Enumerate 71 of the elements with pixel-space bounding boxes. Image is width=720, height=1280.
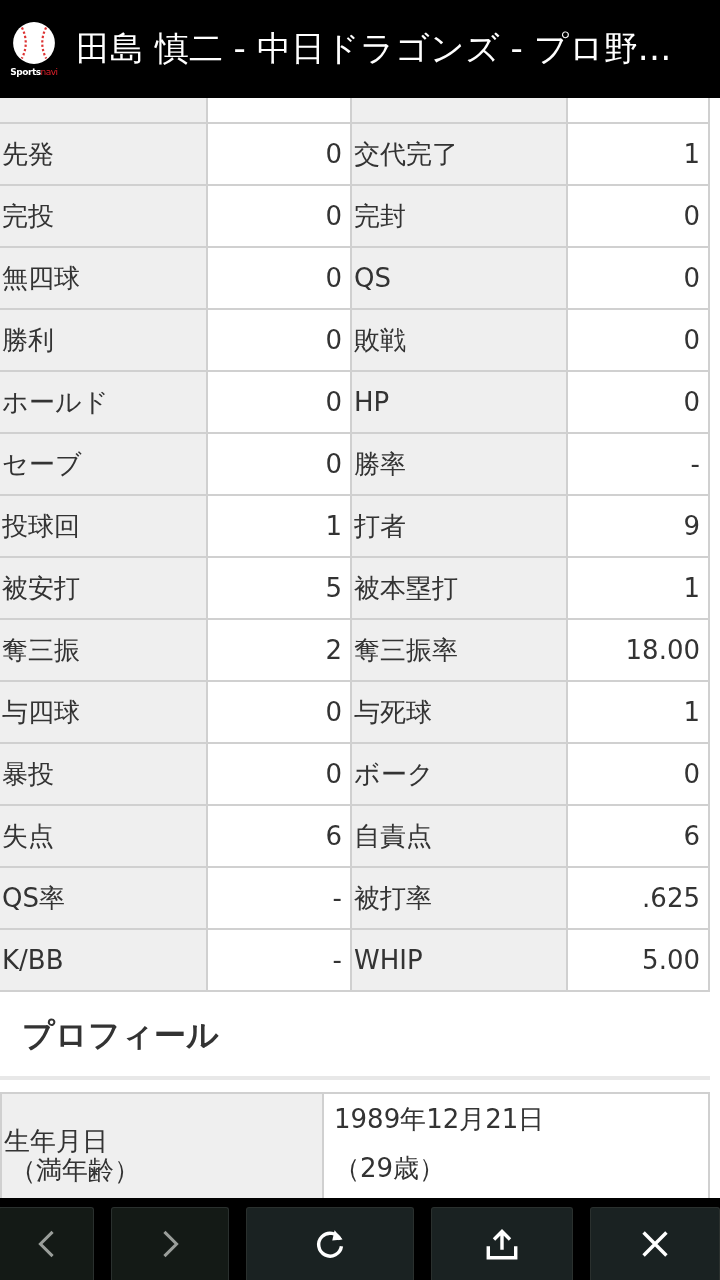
- table-cell: ホールド: [0, 370, 208, 432]
- table-cell: 被本塁打: [352, 556, 568, 618]
- table-cell: 1: [568, 122, 710, 184]
- table-cell: 与死球: [352, 680, 568, 742]
- reload-icon: [314, 1228, 346, 1260]
- table-cell: -: [208, 866, 352, 928]
- cell-text: （29歳）: [334, 1152, 447, 1185]
- table-cell: 暴投: [0, 742, 208, 804]
- table-cell: 18.00: [568, 618, 710, 680]
- forward-icon: [161, 1229, 179, 1259]
- table-cell: ボーク: [352, 742, 568, 804]
- table-cell: 0: [568, 370, 710, 432]
- table-cell: 0: [568, 246, 710, 308]
- table-cell: 投球回: [0, 494, 208, 556]
- table-cell: HP: [352, 370, 568, 432]
- table-cell: 勝利: [0, 308, 208, 370]
- baseball-icon: [12, 21, 56, 65]
- table-cell: 0: [568, 308, 710, 370]
- table-cell: 敗戦: [352, 308, 568, 370]
- table-cell: 0: [208, 184, 352, 246]
- cell-text: （満年齢）: [9, 1156, 141, 1185]
- table-cell: 0: [208, 308, 352, 370]
- table-cell: 与四球: [0, 680, 208, 742]
- table-cell: 0: [208, 246, 352, 308]
- reload-button[interactable]: [246, 1207, 414, 1280]
- table-cell: 5.00: [568, 928, 710, 990]
- back-icon: [37, 1229, 55, 1259]
- table-cell: 完投: [0, 184, 208, 246]
- table-cell: -: [208, 928, 352, 990]
- table-cell: 1: [568, 680, 710, 742]
- table-cell: 5: [208, 556, 352, 618]
- table-cell: 0: [208, 370, 352, 432]
- table-cell: 被打率: [352, 866, 568, 928]
- table-cell: 勝率: [352, 432, 568, 494]
- table-cell: 0: [208, 122, 352, 184]
- table-cell: 交代完了: [352, 122, 568, 184]
- table-cell: 6: [208, 804, 352, 866]
- table-cell: .625: [568, 866, 710, 928]
- table-cell: -: [568, 432, 710, 494]
- section-heading: プロフィール: [0, 992, 710, 1080]
- table-cell: 失点: [0, 804, 208, 866]
- table-cell: 1: [568, 556, 710, 618]
- table-cell: 2: [208, 618, 352, 680]
- table-cell: QS率: [0, 866, 208, 928]
- share-icon: [486, 1228, 518, 1260]
- table-cell: K/BB: [0, 928, 208, 990]
- table-cell: WHIP: [352, 928, 568, 990]
- table-cell: 打者: [352, 494, 568, 556]
- cell-text: 生年月日: [4, 1127, 109, 1156]
- table-cell: 0: [208, 742, 352, 804]
- table-cell: 奪三振率: [352, 618, 568, 680]
- table-cell: 9: [568, 494, 710, 556]
- table-cell: 奪三振: [0, 618, 208, 680]
- table-cell: 0: [568, 742, 710, 804]
- cell-text: 1989年12月21日: [334, 1103, 546, 1136]
- close-button[interactable]: [590, 1207, 720, 1280]
- table-cell: 完封: [352, 184, 568, 246]
- table-cell: 6: [568, 804, 710, 866]
- share-button[interactable]: [431, 1207, 573, 1280]
- table-cell: 0: [208, 432, 352, 494]
- table-cell: QS: [352, 246, 568, 308]
- table-cell: 0: [568, 184, 710, 246]
- table-cell: 自責点: [352, 804, 568, 866]
- table-cell: 0: [208, 680, 352, 742]
- table-cell: 先発: [0, 122, 208, 184]
- table-cell: 1: [208, 494, 352, 556]
- page-title: 田島 慎二 - 中日ドラゴンズ - プロ野…: [76, 27, 672, 70]
- table-cell: 被安打: [0, 556, 208, 618]
- table-cell: 無四球: [0, 246, 208, 308]
- logo-text: Sportsnavi: [10, 67, 58, 77]
- table-cell: セーブ: [0, 432, 208, 494]
